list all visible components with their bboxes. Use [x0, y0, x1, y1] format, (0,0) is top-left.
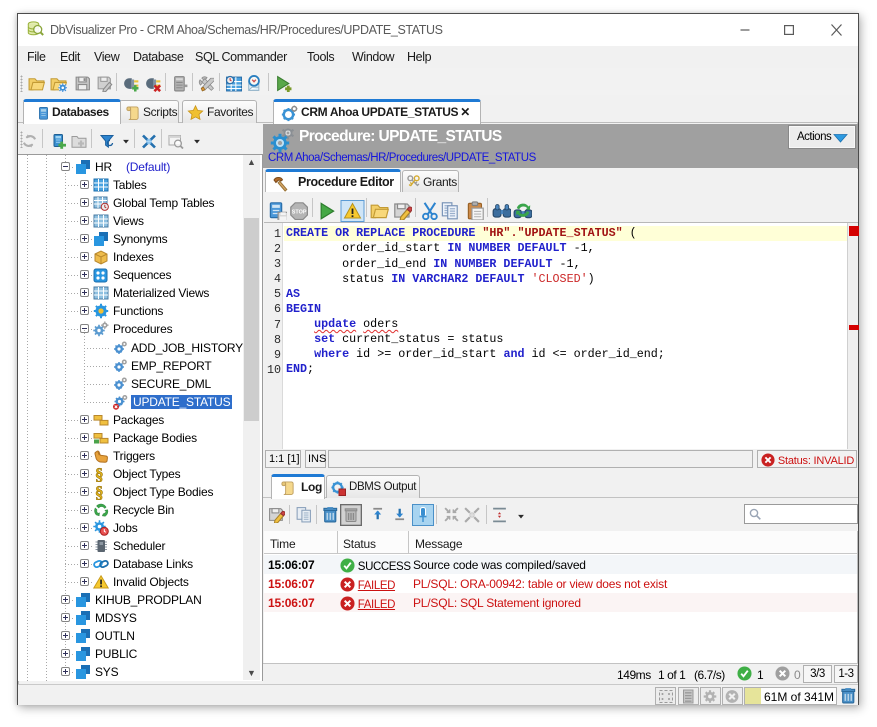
svg-text:§: § — [95, 466, 103, 482]
svg-text:STOP: STOP — [292, 210, 307, 216]
svg-text:§: § — [95, 484, 103, 500]
